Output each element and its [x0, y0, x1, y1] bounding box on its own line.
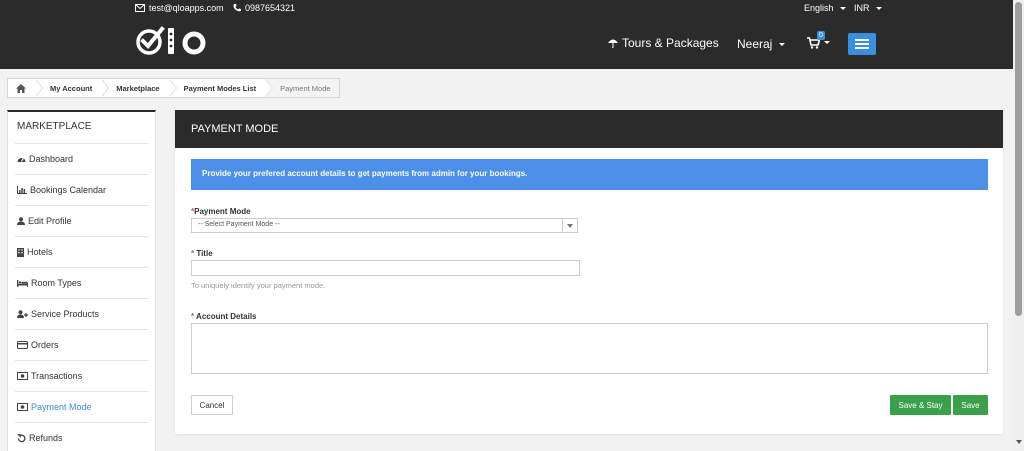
home-icon	[16, 83, 26, 93]
sidebar-item-room-types[interactable]: Room Types	[15, 267, 148, 298]
credit-card-icon	[17, 341, 28, 349]
top-info-bar: test@qloapps.com 0987654321 English INR	[0, 0, 1013, 17]
panel-title: PAYMENT MODE	[175, 110, 1003, 148]
undo-icon	[17, 433, 26, 442]
menu-bar	[855, 39, 869, 41]
envelope-icon	[135, 4, 145, 12]
email-text: test@qloapps.com	[149, 3, 224, 13]
bar-chart-icon	[17, 186, 27, 194]
breadcrumb: My Account Marketplace Payment Modes Lis…	[7, 78, 340, 98]
money-icon	[17, 403, 28, 411]
user-icon	[17, 217, 25, 225]
sidebar-item-label: Service Products	[31, 309, 100, 319]
building-icon	[17, 247, 24, 257]
chevron-down-icon	[779, 42, 786, 46]
language-dropdown[interactable]: English	[804, 3, 846, 13]
sidebar-item-label: Hotels	[27, 247, 53, 257]
scroll-down-arrow-icon[interactable]	[1016, 440, 1022, 444]
logo-wordmark	[168, 28, 206, 55]
currency-dropdown[interactable]: INR	[854, 3, 882, 13]
cart-button[interactable]: 0	[807, 31, 830, 54]
sidebar-item-label: Room Types	[31, 278, 82, 288]
sidebar-item-label: Dashboard	[29, 154, 74, 164]
hamburger-menu-button[interactable]	[848, 33, 876, 55]
sidebar-item-label: Bookings Calendar	[30, 185, 107, 195]
contact-email[interactable]: test@qloapps.com	[135, 3, 224, 13]
phone-text: 0987654321	[245, 3, 296, 13]
chevron-down-icon	[839, 6, 846, 10]
user-name: Neeraj	[737, 37, 773, 51]
tours-packages-link[interactable]: Tours & Packages	[608, 36, 719, 50]
tours-label: Tours & Packages	[622, 36, 719, 50]
menu-bar	[855, 47, 869, 49]
sidebar-item-label: Orders	[31, 340, 59, 350]
dashboard-icon	[17, 157, 26, 162]
scrollbar-thumb[interactable]	[1015, 2, 1022, 316]
save-and-stay-button[interactable]: Save & Stay	[890, 395, 951, 415]
chevron-down-icon	[567, 223, 573, 228]
currency-label: INR	[854, 3, 870, 13]
user-menu[interactable]: Neeraj	[737, 37, 786, 51]
sidebar-item-label: Refunds	[29, 433, 63, 443]
marketplace-sidebar: MARKETPLACE Dashboard Bookings Calendar …	[7, 110, 156, 451]
sidebar-item-service-products[interactable]: Service Products	[15, 298, 148, 329]
payment-mode-select[interactable]: -- Select Payment Mode --	[191, 218, 578, 233]
select-arrow	[562, 219, 577, 232]
breadcrumb-marketplace[interactable]: Marketplace	[102, 79, 177, 97]
payment-mode-label-text: Payment Mode	[194, 207, 251, 216]
sidebar-item-bookings-calendar[interactable]: Bookings Calendar	[15, 174, 148, 205]
chevron-down-icon	[824, 41, 830, 44]
cancel-button[interactable]: Cancel	[191, 395, 233, 415]
breadcrumb-my-account[interactable]: My Account	[36, 79, 110, 97]
title-label: * Title	[191, 249, 213, 258]
title-label-text: Title	[196, 249, 213, 258]
account-details-label-text: Account Details	[196, 312, 257, 321]
payment-mode-panel: PAYMENT MODE Provide your prefered accou…	[175, 110, 1003, 434]
account-details-label: * Account Details	[191, 312, 257, 321]
umbrella-icon	[608, 39, 618, 48]
language-label: English	[804, 3, 834, 13]
payment-mode-label: *Payment Mode	[191, 207, 251, 216]
sidebar-item-edit-profile[interactable]: Edit Profile	[15, 205, 148, 236]
title-help-text: To uniquely identify your payment mode.	[191, 281, 326, 290]
user-plus-icon	[17, 310, 28, 318]
sidebar-item-orders[interactable]: Orders	[15, 329, 148, 360]
account-details-textarea[interactable]	[191, 323, 988, 374]
sidebar-title: MARKETPLACE	[17, 121, 92, 132]
sidebar-item-transactions[interactable]: Transactions	[15, 360, 148, 391]
cart-count-badge: 0	[817, 31, 825, 40]
phone-icon	[233, 4, 241, 12]
title-input[interactable]	[191, 260, 580, 276]
sidebar-item-label: Payment Mode	[31, 402, 92, 412]
sidebar-item-payment-mode[interactable]: Payment Mode	[15, 391, 148, 422]
chevron-down-icon	[875, 6, 882, 10]
money-icon	[17, 372, 28, 380]
info-alert: Provide your prefered account details to…	[191, 159, 988, 190]
sidebar-item-dashboard[interactable]: Dashboard	[15, 143, 148, 174]
bed-icon	[17, 279, 28, 287]
breadcrumb-payment-modes-list[interactable]: Payment Modes List	[170, 79, 273, 97]
site-logo[interactable]: qlo	[135, 25, 211, 57]
main-header: qlo Tours & Packages Neeraj 0	[0, 17, 1013, 69]
breadcrumb-payment-mode: Payment Mode	[266, 79, 339, 97]
payment-mode-selected-value: -- Select Payment Mode --	[198, 221, 280, 228]
sidebar-item-label: Transactions	[31, 371, 83, 381]
breadcrumb-home[interactable]	[8, 79, 43, 97]
logo-check-icon	[136, 26, 165, 55]
contact-phone[interactable]: 0987654321	[233, 3, 295, 13]
sidebar-item-refunds[interactable]: Refunds	[15, 422, 148, 451]
sidebar-item-hotels[interactable]: Hotels	[15, 236, 148, 267]
sidebar-item-label: Edit Profile	[28, 216, 72, 226]
save-button[interactable]: Save	[953, 395, 988, 415]
menu-bar	[855, 43, 869, 45]
